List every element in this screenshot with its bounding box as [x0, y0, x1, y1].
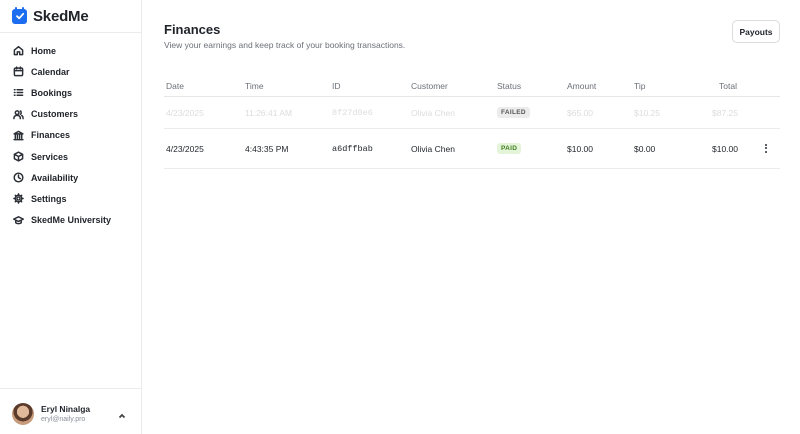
sidebar-item-home[interactable]: Home: [0, 40, 141, 61]
avatar: [12, 403, 34, 425]
chevron-up-icon[interactable]: [117, 408, 129, 420]
page-title: Finances: [164, 22, 221, 37]
sidebar-item-label: Bookings: [31, 87, 73, 98]
sidebar-item-label: Home: [31, 45, 57, 56]
gear-icon: [12, 193, 24, 205]
cell-customer: Olivia Chen: [411, 144, 455, 154]
column-header-tip[interactable]: Tip: [634, 81, 646, 91]
main-content: Finances View your earnings and keep tra…: [142, 0, 800, 434]
more-options-icon[interactable]: [761, 142, 771, 154]
column-header-date[interactable]: Date: [166, 81, 184, 91]
column-header-amount[interactable]: Amount: [567, 81, 596, 91]
table-row[interactable]: 4/23/2025 4:43:35 PM a6dffbab Olivia Che…: [164, 129, 780, 169]
cell-id: 8f27d0e6: [332, 108, 373, 118]
transactions-table: Date Time ID Customer Status Amount Tip …: [164, 72, 780, 169]
sidebar-item-label: SkedMe University: [31, 215, 112, 226]
sidebar-item-label: Calendar: [31, 66, 70, 77]
cell-tip: $10.25: [634, 108, 660, 118]
sidebar-item-finances[interactable]: Finances: [0, 125, 141, 146]
sidebar-item-bookings[interactable]: Bookings: [0, 82, 141, 103]
sidebar-item-label: Settings: [31, 193, 67, 204]
sidebar-item-skedme-university[interactable]: SkedMe University: [0, 210, 141, 231]
brand[interactable]: SkedMe: [12, 6, 89, 26]
column-header-customer[interactable]: Customer: [411, 81, 448, 91]
divider: [0, 32, 141, 33]
column-header-status[interactable]: Status: [497, 81, 521, 91]
bank-icon: [12, 129, 24, 141]
cell-total: $87.25: [712, 108, 738, 118]
table-header: Date Time ID Customer Status Amount Tip …: [164, 72, 780, 97]
calendar-check-logo-icon: [12, 6, 27, 24]
payouts-button[interactable]: Payouts: [732, 20, 780, 43]
status-badge: PAID: [497, 143, 522, 154]
cell-date: 4/23/2025: [166, 144, 204, 154]
clock-icon: [12, 172, 24, 184]
cell-id: a6dffbab: [332, 144, 373, 154]
cell-time: 11:26:41 AM: [245, 108, 293, 118]
sidebar: SkedMe Home Calendar Bookings Customers …: [0, 0, 142, 434]
graduation-cap-icon: [12, 214, 24, 226]
column-header-id[interactable]: ID: [332, 81, 341, 91]
sidebar-nav: Home Calendar Bookings Customers Finance…: [0, 40, 141, 231]
user-email: eryl@naily.pro: [41, 416, 86, 423]
table-row[interactable]: 4/23/2025 11:26:41 AM 8f27d0e6 Olivia Ch…: [164, 97, 780, 129]
sidebar-item-label: Services: [31, 151, 69, 162]
sidebar-item-label: Customers: [31, 109, 79, 120]
cell-tip: $0.00: [634, 144, 656, 154]
cell-total: $10.00: [712, 144, 738, 154]
sidebar-item-customers[interactable]: Customers: [0, 104, 141, 125]
box-icon: [12, 151, 24, 163]
user-profile[interactable]: Eryl Ninalga eryl@naily.pro: [0, 388, 141, 434]
calendar-icon: [12, 66, 24, 78]
cell-date: 4/23/2025: [166, 108, 204, 118]
sidebar-item-calendar[interactable]: Calendar: [0, 61, 141, 82]
home-icon: [12, 45, 24, 57]
sidebar-item-availability[interactable]: Availability: [0, 167, 141, 188]
users-icon: [12, 108, 24, 120]
list-icon: [12, 87, 24, 99]
cell-amount: $10.00: [567, 144, 593, 154]
column-header-total[interactable]: Total: [719, 81, 737, 91]
brand-name: SkedMe: [33, 7, 89, 25]
page-subtitle: View your earnings and keep track of you…: [164, 40, 406, 50]
user-name: Eryl Ninalga: [41, 404, 91, 414]
sidebar-item-label: Finances: [31, 130, 71, 141]
status-badge: FAILED: [497, 107, 530, 118]
sidebar-item-settings[interactable]: Settings: [0, 188, 141, 209]
column-header-time[interactable]: Time: [245, 81, 264, 91]
sidebar-item-services[interactable]: Services: [0, 146, 141, 167]
cell-amount: $65.00: [567, 108, 593, 118]
sidebar-item-label: Availability: [31, 172, 79, 183]
cell-time: 4:43:35 PM: [245, 144, 289, 154]
cell-customer: Olivia Chen: [411, 108, 455, 118]
